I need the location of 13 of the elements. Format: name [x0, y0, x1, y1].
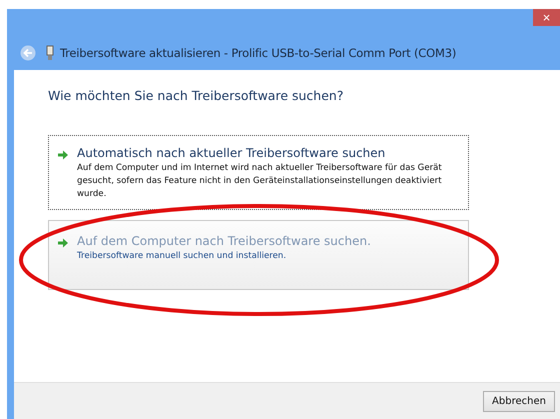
window-title: Treibersoftware aktualisieren - Prolific USB-to-Serial Comm Port (COM3) [60, 46, 456, 60]
arrow-icon [57, 237, 69, 249]
option-title: Auf dem Computer nach Treibersoftware suchen. [77, 234, 371, 248]
usb-device-icon [46, 45, 54, 61]
close-button[interactable]: × [533, 9, 560, 26]
arrow-icon [57, 149, 69, 161]
option-link[interactable] [48, 135, 469, 210]
option-link[interactable]: Auf dem Computer nach Treibersoftware suchen. Treibersoftware manuell suchen und installieren. [48, 220, 469, 290]
option-description: Treibersoftware manuell suchen und installieren. [77, 250, 288, 263]
option-title: Automatisch nach aktueller Treibersoftware suchen [77, 146, 386, 160]
dialog-heading: Wie möchten Sie nach Treibersoftware suchen? [48, 88, 344, 103]
option-description: Auf dem Computer und im Internet wird nach aktueller Treibersoftware für das Gerät gesucht, sofern das Feature nicht in den Geräteinstallationseinstellungen deaktiviert wurde. [77, 162, 443, 201]
cancel-button[interactable]: Abbrechen [483, 390, 555, 412]
